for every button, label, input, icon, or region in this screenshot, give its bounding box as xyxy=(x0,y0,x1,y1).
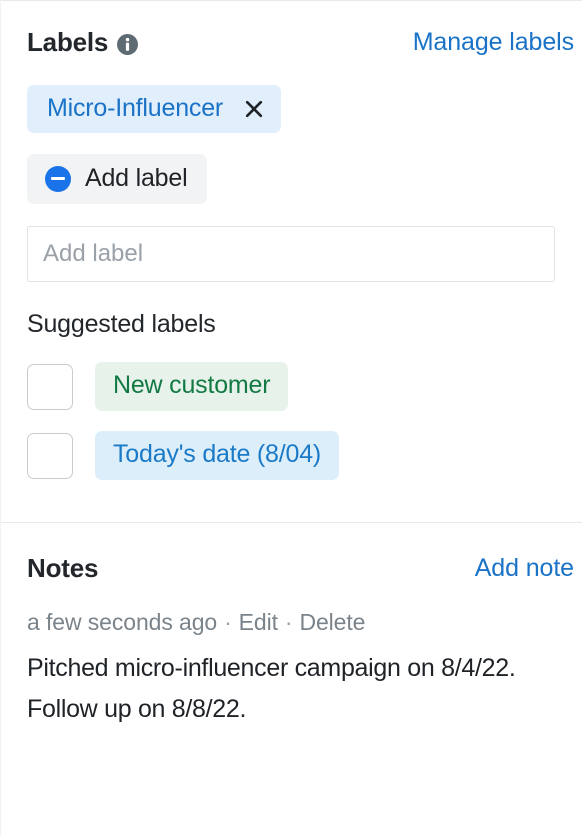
labels-header: Labels Manage labels xyxy=(27,27,576,58)
add-label-row: Add label xyxy=(27,154,576,204)
notes-header: Notes Add note xyxy=(27,553,576,584)
add-label-button-label: Add label xyxy=(85,164,188,192)
info-icon[interactable] xyxy=(117,33,139,55)
note-body: Pitched micro-influencer campaign on 8/4… xyxy=(27,654,516,723)
close-icon[interactable] xyxy=(243,98,265,120)
label-chip-text: Micro-Influencer xyxy=(47,94,224,122)
suggested-label-row-new-customer[interactable]: New customer xyxy=(27,362,576,411)
add-label-input-wrap xyxy=(27,226,576,282)
suggested-chip-new-customer[interactable]: New customer xyxy=(95,362,289,411)
suggested-labels-list: New customer Today's date (8/04) xyxy=(27,362,576,480)
note-item: a few seconds ago · Edit · Delete Pitche… xyxy=(27,609,576,729)
manage-labels-link[interactable]: Manage labels xyxy=(413,28,574,57)
notes-section: Notes Add note a few seconds ago · Edit … xyxy=(1,523,582,729)
checkbox-new-customer[interactable] xyxy=(27,363,73,410)
contact-details-panel: Labels Manage labels Micro-Influencer Ad… xyxy=(0,0,582,836)
labels-section: Labels Manage labels Micro-Influencer Ad… xyxy=(1,1,582,522)
note-edit-link[interactable]: Edit xyxy=(239,609,278,636)
label-chip-micro-influencer[interactable]: Micro-Influencer xyxy=(27,85,282,133)
add-label-input[interactable] xyxy=(27,226,555,282)
suggested-chip-todays-date[interactable]: Today's date (8/04) xyxy=(95,431,340,480)
meta-separator: · xyxy=(224,609,232,635)
note-timestamp: a few seconds ago xyxy=(27,609,218,635)
minus-circle-icon xyxy=(45,165,71,192)
note-meta: a few seconds ago · Edit · Delete xyxy=(27,609,576,636)
labels-title-group: Labels xyxy=(27,27,139,58)
notes-title: Notes xyxy=(27,553,99,583)
page-title: Labels xyxy=(27,27,109,57)
add-note-link[interactable]: Add note xyxy=(475,554,574,583)
note-delete-link[interactable]: Delete xyxy=(299,609,365,636)
applied-labels-row: Micro-Influencer xyxy=(27,85,576,133)
checkbox-todays-date[interactable] xyxy=(27,432,73,479)
suggested-label-row-todays-date[interactable]: Today's date (8/04) xyxy=(27,431,576,480)
meta-separator-2: · xyxy=(284,609,293,635)
add-label-button[interactable]: Add label xyxy=(27,154,208,204)
suggested-labels-title: Suggested labels xyxy=(27,310,216,338)
